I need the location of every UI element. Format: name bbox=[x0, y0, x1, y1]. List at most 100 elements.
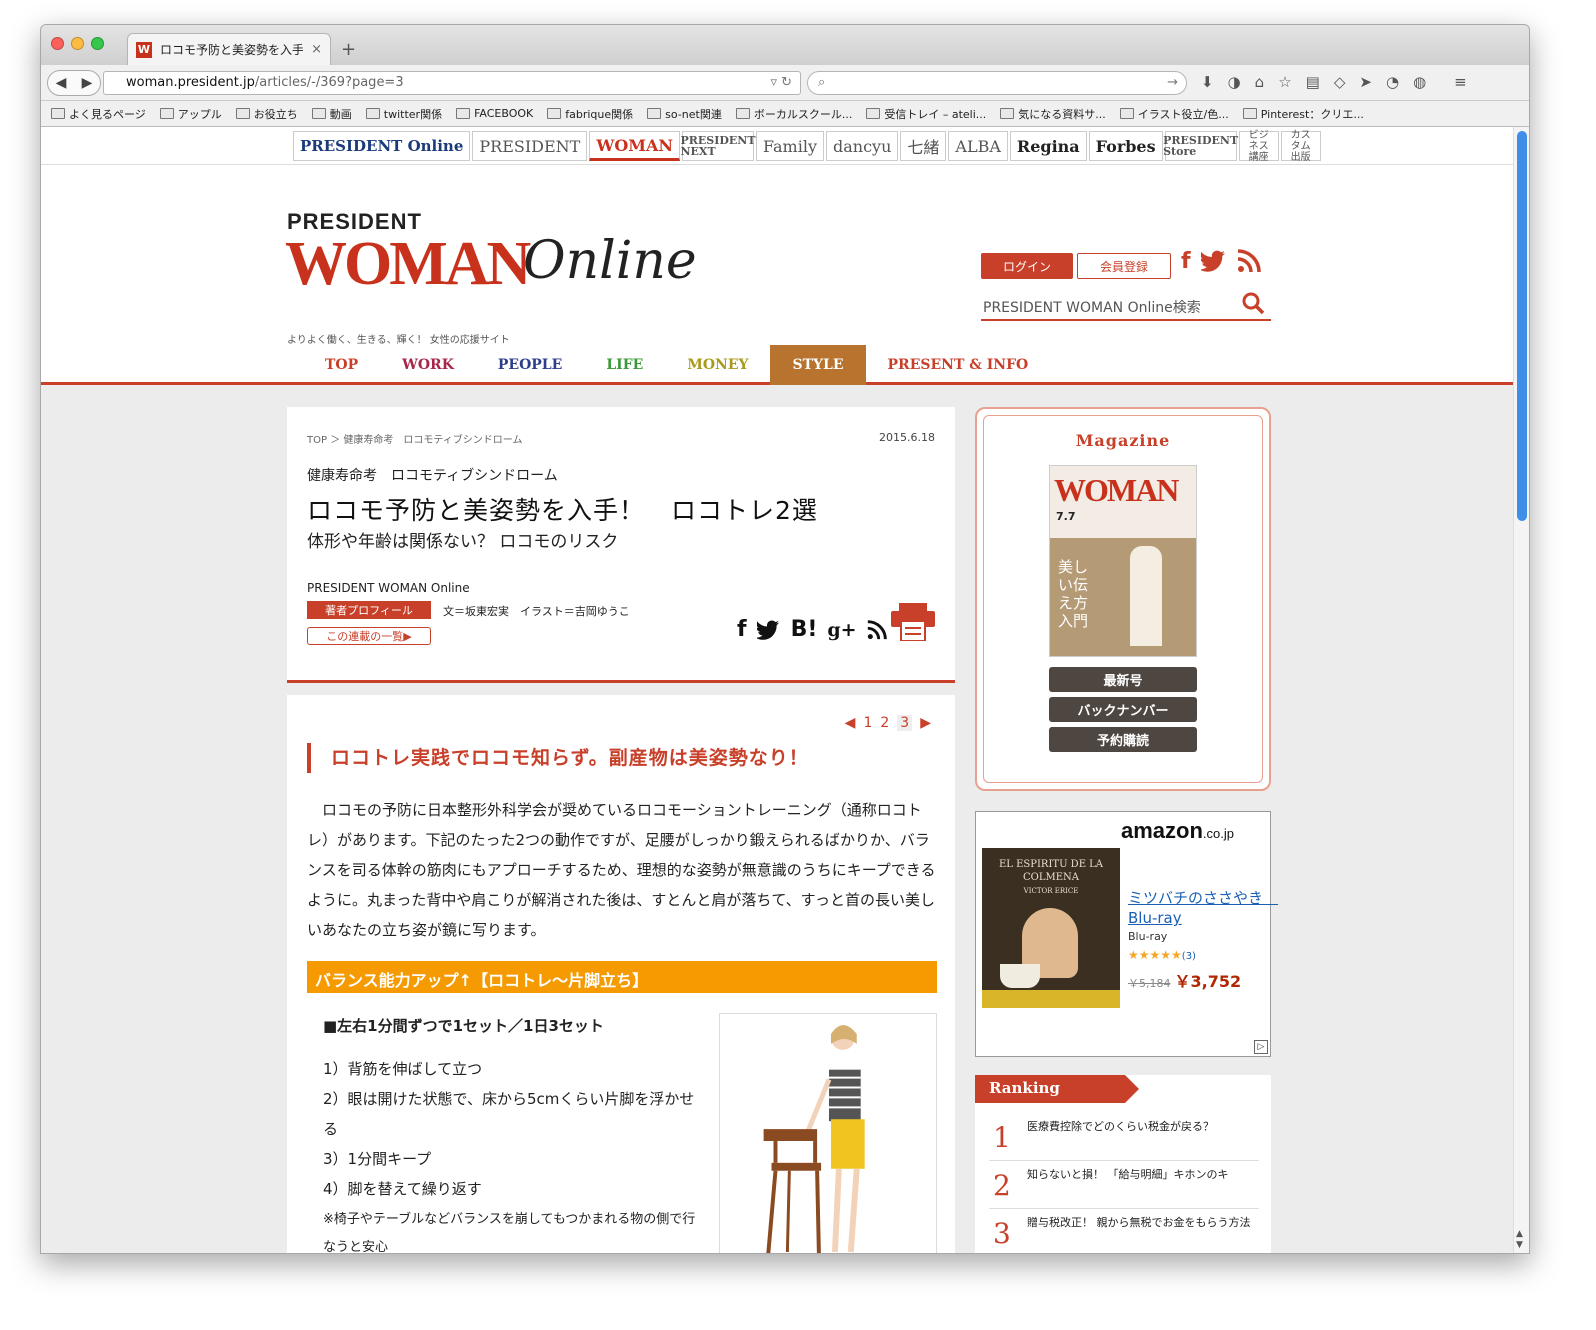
twitter-icon[interactable] bbox=[1200, 249, 1227, 273]
bookmark-item[interactable]: so-net関連 bbox=[647, 106, 722, 122]
forward-icon[interactable]: ▶ bbox=[82, 75, 93, 91]
nav-item[interactable]: MONEY bbox=[665, 345, 770, 385]
bookmark-item[interactable]: 動画 bbox=[311, 106, 352, 122]
nav-item[interactable]: PRESENT & INFO bbox=[866, 345, 1051, 385]
brand-link[interactable]: PRESIDENT NEXT bbox=[680, 131, 756, 161]
brand-link[interactable]: Family bbox=[756, 131, 824, 161]
review-count[interactable]: (3) bbox=[1182, 951, 1196, 962]
ranking-text[interactable]: 医療費控除でどのくらい税金が戻る？ bbox=[1027, 1119, 1255, 1135]
adchoices-icon[interactable]: ▷ bbox=[1254, 1040, 1268, 1054]
brand-link[interactable]: カスタム出版 bbox=[1280, 130, 1321, 163]
browser-search-input[interactable]: ⌕ → bbox=[807, 71, 1187, 95]
brand-link[interactable]: Forbes bbox=[1088, 131, 1163, 161]
bookmark-item[interactable]: twitter関係 bbox=[365, 106, 442, 122]
back-number-button[interactable]: バックナンバー bbox=[1049, 697, 1197, 722]
back-icon[interactable]: ◀ bbox=[56, 75, 67, 91]
reload-icon[interactable]: ▿ ↻ bbox=[770, 75, 792, 90]
search-go-icon[interactable]: → bbox=[1167, 75, 1178, 90]
scroll-arrows[interactable]: ▲ ▼ bbox=[1516, 1229, 1523, 1251]
cover-issue: 7.7 bbox=[1056, 510, 1076, 523]
brand-link[interactable]: ALBA bbox=[948, 131, 1008, 161]
brand-link[interactable]: WOMAN bbox=[589, 131, 680, 161]
share-rss-icon[interactable] bbox=[867, 619, 887, 640]
pocket-icon[interactable]: ◇ bbox=[1334, 73, 1346, 91]
page-scrollbar[interactable]: ▲ ▼ bbox=[1513, 127, 1529, 1253]
amazon-ad[interactable]: amazon.co.jp EL ESPIRITU DE LA COLMENA VI… bbox=[975, 811, 1278, 1057]
share-googleplus-icon[interactable]: g+ bbox=[827, 619, 856, 641]
share-hatena-icon[interactable]: B! bbox=[791, 617, 818, 642]
bookmark-item[interactable]: イラスト役立/色... bbox=[1119, 106, 1229, 122]
pager-prev-icon[interactable]: ◀ bbox=[845, 715, 856, 731]
tab-active[interactable]: W ロコモ予防と美姿勢を入手... × bbox=[127, 33, 331, 65]
ranking-item[interactable]: 3 贈与税改正！ 親から無税でお金をもらう方法 bbox=[989, 1211, 1259, 1253]
brand-link[interactable]: PRESIDENT Online bbox=[293, 131, 471, 161]
brand-link[interactable]: Regina bbox=[1009, 131, 1087, 161]
share-twitter-icon[interactable] bbox=[756, 619, 781, 641]
print-icon[interactable] bbox=[891, 603, 935, 641]
addon-icon[interactable]: ◑ bbox=[1228, 73, 1241, 91]
breadcrumb[interactable]: TOP ＞ 健康寿命考 ロコモティブシンドローム bbox=[307, 431, 522, 446]
bookmark-star-icon[interactable]: ☆ bbox=[1278, 73, 1291, 91]
amazon-logo-text: amazon bbox=[1121, 818, 1203, 843]
latest-issue-button[interactable]: 最新号 bbox=[1049, 667, 1197, 692]
magazine-cover[interactable]: WOMAN 7.7 美しい伝え方入門 bbox=[1049, 465, 1197, 657]
bookmark-item[interactable]: お役立ち bbox=[235, 106, 298, 122]
ranking-text[interactable]: 知らないと損！ 「給与明細」キホンのキ bbox=[1027, 1167, 1255, 1183]
rss-icon[interactable] bbox=[1237, 249, 1261, 273]
bookmark-item[interactable]: fabrique関係 bbox=[547, 106, 633, 122]
pager-page-2[interactable]: 2 bbox=[880, 715, 889, 731]
ranking-item[interactable]: 1 医療費控除でどのくらい税金が戻る？ bbox=[989, 1115, 1259, 1161]
url-bar[interactable]: woman.president.jp/articles/-/369?page=3… bbox=[103, 71, 801, 95]
chat-icon[interactable]: ◍ bbox=[1413, 73, 1426, 91]
author-profile-button[interactable]: 著者プロフィール bbox=[307, 601, 431, 619]
share-facebook-icon[interactable]: f bbox=[737, 617, 747, 642]
bookmark-item[interactable]: FACEBOOK bbox=[456, 107, 533, 120]
folder-icon bbox=[235, 108, 250, 119]
brand-link[interactable]: PRESIDENT Store bbox=[1163, 131, 1238, 161]
facebook-icon[interactable]: f bbox=[1181, 249, 1191, 274]
bookmark-item[interactable]: ボーカルスクール... bbox=[735, 106, 852, 122]
bookmark-item[interactable]: 気になる資料サ... bbox=[1000, 106, 1106, 122]
bookmark-item[interactable]: 受信トレイ – ateli... bbox=[866, 106, 986, 122]
brand-link[interactable]: PRESIDENT bbox=[472, 131, 588, 161]
send-icon[interactable]: ➤ bbox=[1359, 73, 1372, 91]
tab-close-icon[interactable]: × bbox=[311, 42, 322, 57]
ad-product-link[interactable]: ミツバチのささやき Blu-ray bbox=[1128, 888, 1278, 928]
ranking-item[interactable]: 2 知らないと損！ 「給与明細」キホンのキ bbox=[989, 1163, 1259, 1209]
nav-item[interactable]: TOP bbox=[303, 345, 380, 385]
nav-item[interactable]: PEOPLE bbox=[476, 345, 584, 385]
nav-item[interactable]: STYLE bbox=[770, 345, 866, 385]
bookmark-item[interactable]: よく見るページ bbox=[51, 106, 146, 122]
history-icon[interactable]: ◔ bbox=[1386, 73, 1399, 91]
download-icon[interactable]: ⬇ bbox=[1201, 73, 1214, 91]
brand-link[interactable]: ビジネス講座 bbox=[1238, 130, 1279, 163]
ad-list-price: ￥5,184 bbox=[1128, 977, 1171, 990]
series-list-button[interactable]: この連載の一覧▶ bbox=[307, 627, 431, 645]
home-icon[interactable]: ⌂ bbox=[1255, 73, 1265, 91]
brand-link[interactable]: 七緒 bbox=[900, 131, 947, 161]
ranking-text[interactable]: 贈与税改正！ 親から無税でお金をもらう方法 bbox=[1027, 1215, 1255, 1231]
bookmarks-list-icon[interactable]: ▤ bbox=[1306, 73, 1320, 91]
site-search-input[interactable]: PRESIDENT WOMAN Online検索 bbox=[981, 291, 1271, 321]
nav-item[interactable]: LIFE bbox=[584, 345, 665, 385]
login-button[interactable]: ログイン bbox=[981, 253, 1073, 279]
zoom-window-button[interactable] bbox=[91, 37, 104, 50]
nav-item[interactable]: WORK bbox=[380, 345, 476, 385]
ad-product-image[interactable]: EL ESPIRITU DE LA COLMENA VICTOR ERICE bbox=[982, 848, 1120, 1008]
bookmark-item[interactable]: Pinterest：クリエ... bbox=[1242, 106, 1364, 122]
logo-woman[interactable]: WOMAN bbox=[285, 229, 531, 300]
logo-online[interactable]: Online bbox=[523, 231, 697, 291]
brand-link[interactable]: dancyu bbox=[826, 131, 899, 161]
menu-icon[interactable]: ≡ bbox=[1454, 73, 1467, 91]
pager-next-icon[interactable]: ▶ bbox=[920, 715, 931, 731]
minimize-window-button[interactable] bbox=[71, 37, 84, 50]
new-tab-button[interactable]: + bbox=[341, 39, 356, 60]
search-icon[interactable] bbox=[1241, 291, 1265, 315]
ad-rating-stars: ★★★★★(3) bbox=[1128, 948, 1196, 962]
subscribe-button[interactable]: 予約購読 bbox=[1049, 727, 1197, 752]
pager-page-1[interactable]: 1 bbox=[863, 715, 872, 731]
scrollbar-thumb[interactable] bbox=[1517, 131, 1527, 521]
register-button[interactable]: 会員登録 bbox=[1077, 253, 1171, 279]
bookmark-item[interactable]: アップル bbox=[159, 106, 222, 122]
close-window-button[interactable] bbox=[51, 37, 64, 50]
